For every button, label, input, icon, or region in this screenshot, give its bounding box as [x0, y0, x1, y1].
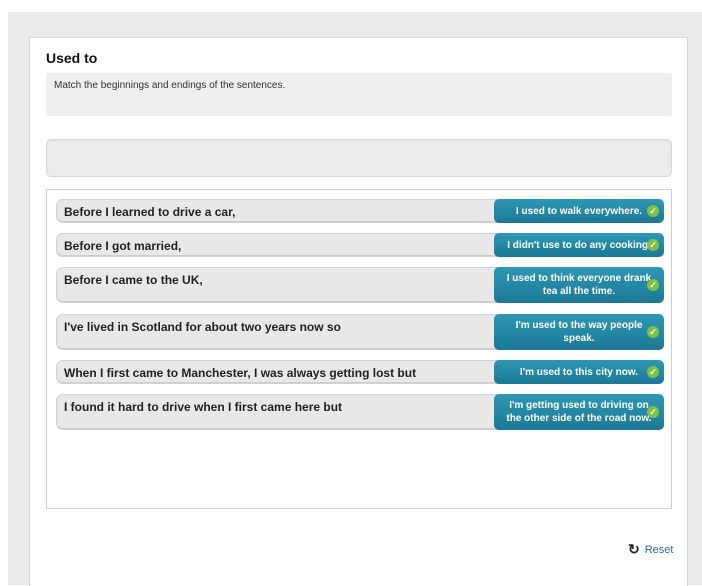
sentence-ending-text: I'm used to the way people speak.: [515, 320, 643, 344]
check-icon: ✓: [647, 205, 659, 217]
sentence-row: When I first came to Manchester, I was a…: [56, 360, 664, 384]
sentence-ending-text: I'm used to this city now.: [519, 366, 639, 378]
check-icon: ✓: [647, 406, 659, 418]
instructions-box: Match the beginnings and endings of the …: [46, 73, 672, 116]
reset-icon: ↻: [628, 541, 640, 557]
sentence-ending-tile[interactable]: I used to walk everywhere. ✓: [494, 199, 664, 223]
sentence-ending-text: I used to walk everywhere.: [515, 205, 643, 217]
sentence-beginning: I found it hard to drive when I first ca…: [64, 400, 343, 414]
sentence-ending-tile[interactable]: I used to think everyone drank tea all t…: [494, 267, 664, 303]
sentence-row: Before I learned to drive a car, I used …: [56, 199, 664, 223]
activity-title: Used to: [46, 50, 98, 66]
activity-panel: Used to Match the beginnings and endings…: [29, 37, 688, 586]
check-icon: ✓: [647, 366, 659, 378]
sentence-beginning: Before I came to the UK,: [64, 273, 203, 287]
matching-area: Before I learned to drive a car, I used …: [46, 189, 672, 509]
check-icon: ✓: [647, 239, 659, 251]
sentence-ending-tile[interactable]: I'm used to this city now. ✓: [494, 360, 664, 384]
reset-button[interactable]: ↻ Reset: [628, 541, 673, 558]
sentence-ending-tile[interactable]: I didn't use to do any cooking. ✓: [494, 233, 664, 257]
sentence-ending-tile[interactable]: I'm used to the way people speak. ✓: [494, 314, 664, 350]
sentence-ending-tile[interactable]: I'm getting used to driving on the other…: [494, 394, 664, 430]
instructions-text: Match the beginnings and endings of the …: [54, 80, 286, 91]
check-icon: ✓: [647, 279, 659, 291]
sentence-row: I've lived in Scotland for about two yea…: [56, 314, 664, 350]
sentence-row: I found it hard to drive when I first ca…: [56, 394, 664, 430]
sentence-row: Before I came to the UK, I used to think…: [56, 267, 664, 303]
check-icon: ✓: [647, 326, 659, 338]
sentence-ending-text: I'm getting used to driving on the other…: [506, 400, 652, 424]
reset-label: Reset: [644, 543, 674, 556]
sentence-row: Before I got married, I didn't use to do…: [56, 233, 664, 257]
sentence-ending-text: I used to think everyone drank tea all t…: [506, 273, 652, 297]
answer-drop-zone[interactable]: [46, 139, 672, 177]
sentence-beginning: When I first came to Manchester, I was a…: [64, 366, 417, 380]
sentence-beginning: Before I learned to drive a car,: [64, 205, 236, 219]
sentence-ending-text: I didn't use to do any cooking.: [507, 239, 651, 251]
sentence-beginning: Before I got married,: [64, 239, 182, 253]
top-band: [0, 0, 702, 12]
sentence-beginning: I've lived in Scotland for about two yea…: [64, 320, 341, 334]
